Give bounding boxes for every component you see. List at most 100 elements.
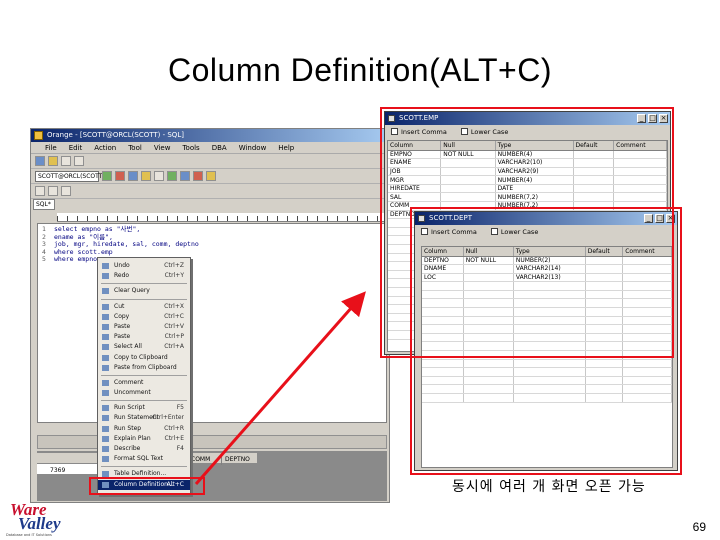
connection-select[interactable]: SCOTT@ORCL(SCOTT) — [35, 170, 105, 182]
context-menu-item[interactable]: Comment — [98, 378, 190, 388]
save-icon[interactable] — [61, 156, 71, 166]
table-row[interactable]: HIREDATE DATE — [388, 184, 667, 194]
context-menu-item[interactable]: Paste from Clipboard — [98, 363, 190, 373]
context-menu-item[interactable]: Clear Query — [98, 286, 190, 296]
print-icon[interactable] — [74, 156, 84, 166]
menu-item-label: Comment — [114, 378, 144, 386]
context-menu-item[interactable]: Copy Ctrl+C — [98, 312, 190, 322]
menu-item-icon — [102, 263, 109, 269]
context-menu-item[interactable]: Paste Ctrl+V — [98, 322, 190, 332]
stop-icon[interactable] — [115, 171, 125, 181]
context-menu-item[interactable]: Undo Ctrl+Z — [98, 261, 190, 271]
column-header[interactable]: Null — [440, 141, 496, 151]
context-menu-item[interactable]: Run Script F5 — [98, 403, 190, 413]
maximize-icon[interactable]: □ — [648, 114, 657, 123]
table-row[interactable]: DNAME VARCHAR2(14) — [422, 264, 672, 274]
tab-sql[interactable]: SQL* — [33, 199, 55, 210]
dialog-options: Insert Comma Lower Case — [415, 225, 677, 238]
context-menu-item[interactable]: Run Statement Ctrl+Enter — [98, 413, 190, 423]
empty-cell — [622, 333, 672, 343]
context-menu-item[interactable]: Column Definition... Alt+C — [98, 479, 190, 490]
close-icon[interactable]: × — [666, 214, 675, 223]
results-toolbar — [37, 435, 387, 449]
table-row[interactable]: MGR NUMBER(4) — [388, 175, 667, 185]
lower-case-checkbox[interactable]: Lower Case — [460, 128, 508, 136]
format-icon[interactable] — [206, 171, 216, 181]
menu-action[interactable]: Action — [94, 142, 116, 153]
close-icon[interactable]: × — [659, 114, 668, 123]
menu-edit[interactable]: Edit — [69, 142, 83, 153]
context-menu-item[interactable]: Table Definition... — [98, 469, 190, 479]
table-row[interactable]: LOC VARCHAR2(13) — [422, 273, 672, 283]
insert-comma-checkbox[interactable]: Insert Comma — [391, 128, 447, 136]
menu-item-label: Select All — [114, 343, 142, 351]
copy-icon[interactable] — [48, 186, 58, 196]
context-menu-item[interactable]: Select All Ctrl+A — [98, 342, 190, 352]
empty-cell — [463, 384, 514, 394]
lower-case-checkbox[interactable]: Lower Case — [490, 228, 538, 236]
explain-icon[interactable] — [154, 171, 164, 181]
maximize-icon[interactable]: □ — [655, 214, 664, 223]
new-icon[interactable] — [35, 156, 45, 166]
context-menu-item[interactable]: Run Step Ctrl+R — [98, 424, 190, 434]
table-row[interactable]: COMM NUMBER(7,2) — [388, 201, 667, 211]
result-grid[interactable]: COMM DEPTNO 7369 — [37, 451, 387, 501]
column-header[interactable]: Default — [573, 141, 615, 151]
menu-tools[interactable]: Tools — [182, 142, 199, 153]
empty-cell — [463, 316, 514, 326]
context-menu: Undo Ctrl+Z Redo Ctrl+Y Clear Query Cut Ctrl+X… — [97, 257, 191, 495]
empty-row — [422, 333, 672, 343]
column-header[interactable]: Column — [388, 141, 442, 151]
column-header[interactable]: Type — [513, 247, 586, 257]
minimize-icon[interactable]: _ — [637, 114, 646, 123]
table-row[interactable]: ENAME VARCHAR2(10) — [388, 158, 667, 168]
paste-icon[interactable] — [61, 186, 71, 196]
column-table[interactable]: Column Null Type Default Comment DEPTNO NOT NU… — [421, 246, 673, 468]
context-menu-item[interactable]: Cut Ctrl+X — [98, 302, 190, 312]
empty-cell — [585, 350, 624, 360]
table-cell: VARCHAR2(14) — [513, 264, 586, 274]
history-icon[interactable] — [180, 171, 190, 181]
cut-icon[interactable] — [35, 186, 45, 196]
menu-tool[interactable]: Tool — [128, 142, 142, 153]
context-menu-item[interactable]: Redo Ctrl+Y — [98, 271, 190, 281]
debug-icon[interactable] — [193, 171, 203, 181]
empty-cell — [622, 290, 672, 300]
open-icon[interactable] — [48, 156, 58, 166]
menu-window[interactable]: Window — [239, 142, 267, 153]
menu-dba[interactable]: DBA — [212, 142, 227, 153]
menu-help[interactable]: Help — [278, 142, 294, 153]
table-cell: NUMBER(4) — [495, 175, 574, 185]
ide-window: Orange - [SCOTT@ORCL(SCOTT) - SQL] File E… — [30, 128, 390, 503]
ruler-tick — [137, 216, 138, 221]
context-menu-item[interactable]: Explain Plan Ctrl+E — [98, 434, 190, 444]
sql-line[interactable]: 5 where empno — [42, 255, 386, 264]
table-row[interactable]: EMPNO NOT NULL NUMBER(4) — [388, 150, 667, 160]
menu-view[interactable]: View — [154, 142, 171, 153]
table-cell — [440, 192, 496, 203]
column-header[interactable]: Default — [585, 247, 624, 257]
column-header[interactable]: Type — [495, 141, 574, 151]
sql-editor[interactable]: 1 select empno as "사번", 2 ename as "이름", 3 … — [37, 223, 387, 423]
context-menu-item[interactable]: Paste Ctrl+P — [98, 332, 190, 342]
commit-icon[interactable] — [128, 171, 138, 181]
context-menu-item[interactable]: Copy to Clipboard — [98, 353, 190, 363]
run-icon[interactable] — [102, 171, 112, 181]
context-menu-item[interactable]: Uncomment — [98, 388, 190, 398]
dialog-title: SCOTT.DEPT — [429, 214, 472, 222]
insert-comma-checkbox[interactable]: Insert Comma — [421, 228, 477, 236]
menu-file[interactable]: File — [45, 142, 57, 153]
column-header[interactable]: Comment — [622, 247, 672, 257]
describe-icon[interactable] — [167, 171, 177, 181]
table-row[interactable]: SAL NUMBER(7,2) — [388, 192, 667, 203]
table-row[interactable]: JOB VARCHAR2(9) — [388, 167, 667, 177]
table-header-row: Column Null Type Default Comment — [388, 141, 667, 151]
column-header[interactable]: Comment — [613, 141, 667, 151]
column-header[interactable]: Column — [422, 247, 464, 257]
context-menu-item[interactable]: Format SQL Text — [98, 454, 190, 464]
minimize-icon[interactable]: _ — [644, 214, 653, 223]
column-header[interactable]: Null — [463, 247, 514, 257]
context-menu-item[interactable]: Describe F4 — [98, 444, 190, 454]
table-row[interactable]: DEPTNO NOT NULL NUMBER(2) — [422, 256, 672, 266]
rollback-icon[interactable] — [141, 171, 151, 181]
